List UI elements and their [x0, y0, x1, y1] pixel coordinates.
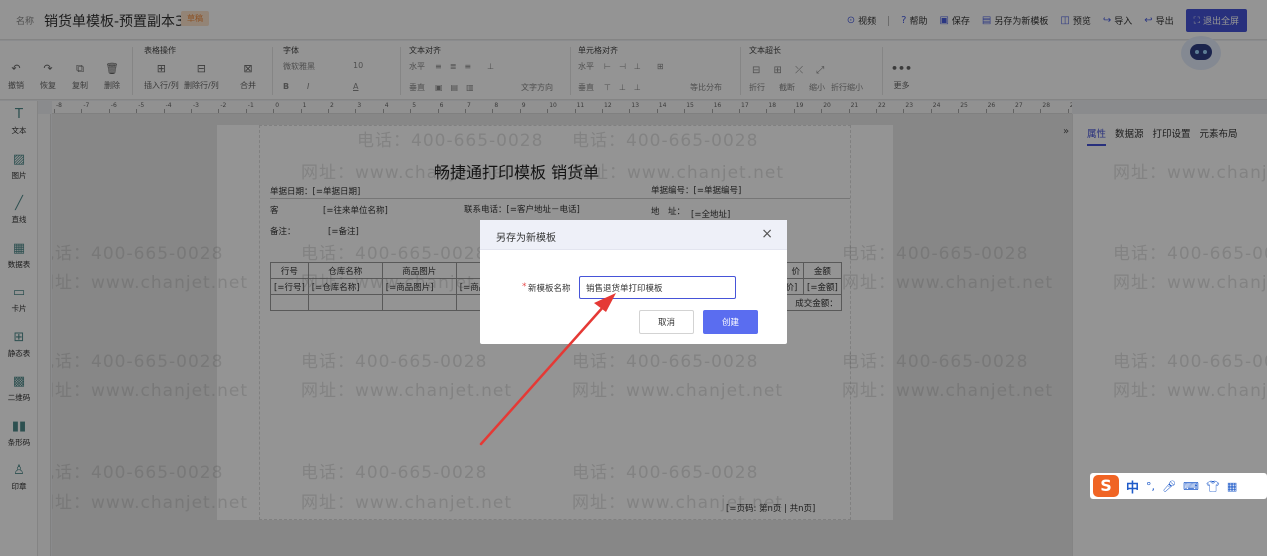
- template-name-label: 新模板名称: [528, 284, 571, 294]
- save-as-dialog: 另存为新模板 × * 新模板名称 取消 创建: [480, 220, 787, 344]
- keyboard-icon[interactable]: ⌨: [1183, 480, 1199, 493]
- dialog-title: 另存为新模板: [496, 233, 556, 244]
- cancel-button[interactable]: 取消: [639, 310, 694, 334]
- shirt-icon[interactable]: 👕︎: [1206, 480, 1220, 493]
- template-name-input[interactable]: [579, 276, 736, 299]
- mic-icon[interactable]: 🎤︎: [1162, 480, 1176, 493]
- ime-toolbar[interactable]: S 中 °, 🎤︎ ⌨ 👕︎ ▦: [1090, 473, 1267, 499]
- apps-icon[interactable]: ▦: [1227, 480, 1237, 493]
- create-button[interactable]: 创建: [703, 310, 758, 334]
- sogou-logo-icon: S: [1093, 475, 1119, 497]
- ime-mode[interactable]: 中: [1126, 477, 1139, 496]
- dialog-header: 另存为新模板 ×: [480, 220, 787, 250]
- close-icon[interactable]: ×: [761, 226, 773, 242]
- required-mark: *: [522, 282, 527, 292]
- ime-punctuation[interactable]: °,: [1146, 480, 1155, 493]
